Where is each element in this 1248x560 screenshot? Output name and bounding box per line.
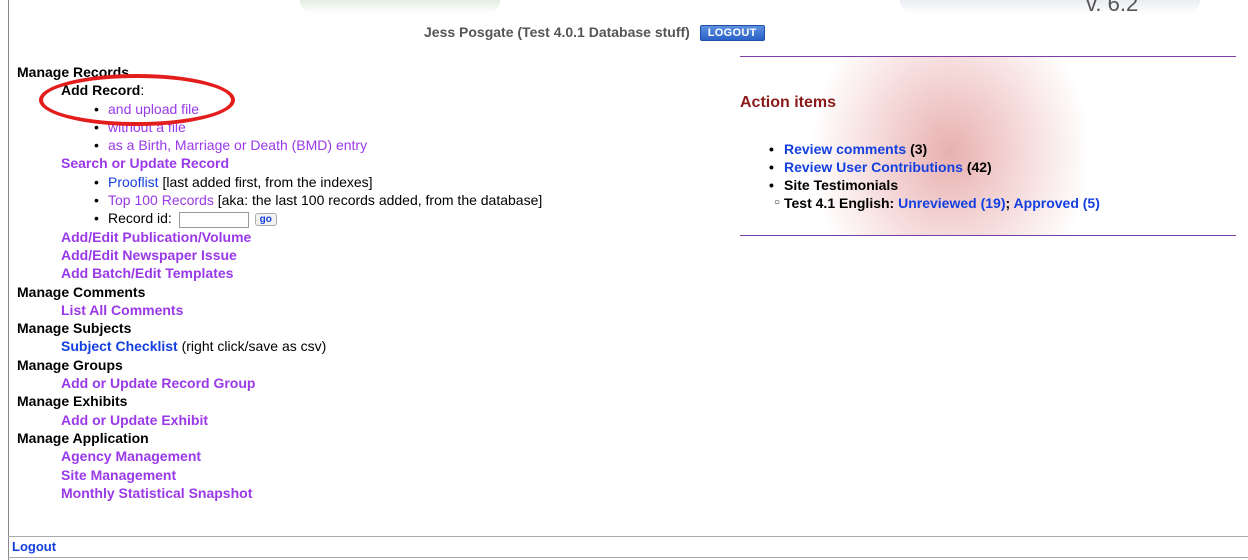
list-item: Site Testimonials <box>766 176 1100 194</box>
top100-item: Top 100 Records [aka: the last 100 recor… <box>17 191 543 210</box>
user-name: Jess Posgate <box>424 24 514 40</box>
section-manage-subjects: Manage Subjects <box>17 320 132 337</box>
action-items-list: Review comments (3) Review User Contribu… <box>766 140 1100 212</box>
add-edit-newspaper-link[interactable]: Add/Edit Newspaper Issue <box>17 246 542 264</box>
review-comments-link[interactable]: Review comments <box>784 141 906 157</box>
section-manage-groups: Manage Groups <box>17 356 123 373</box>
review-comments-count: (3) <box>910 141 928 157</box>
version-label: v. 6.2 <box>1086 0 1139 16</box>
list-item: Review comments (3) <box>766 140 1100 158</box>
footer-logout-link[interactable]: Logout <box>12 539 56 554</box>
record-id-row: Record id: go <box>17 209 542 228</box>
footer-divider <box>8 536 1248 537</box>
top100-link[interactable]: Top 100 Records <box>108 192 214 208</box>
section-manage-records: Manage Records <box>17 64 130 80</box>
record-id-input[interactable] <box>178 211 249 228</box>
top100-note: [aka: the last 100 records added, from t… <box>217 192 543 209</box>
site-context: (Test 4.0.1 Database stuff) <box>517 24 690 40</box>
section-manage-exhibits: Manage Exhibits <box>17 393 128 410</box>
site-testimonials-label: Site Testimonials <box>784 177 899 193</box>
prooflist-item: Prooflist [last added first, from the in… <box>17 173 542 192</box>
add-update-exhibit-link[interactable]: Add or Update Exhibit <box>17 411 542 429</box>
prooflist-link[interactable]: Prooflist <box>108 174 159 190</box>
search-update-record-link[interactable]: Search or Update Record <box>17 154 542 172</box>
review-contributions-link[interactable]: Review User Contributions <box>784 159 963 175</box>
add-record-heading: Add Record: <box>61 82 145 99</box>
subject-checklist-note: (right click/save as csv) <box>181 338 327 355</box>
add-record-no-file-link[interactable]: without a file <box>17 118 542 137</box>
testimonial-language: Test 4.1 English: <box>784 195 895 211</box>
add-batch-templates-link[interactable]: Add Batch/Edit Templates <box>17 264 542 282</box>
agency-management-link[interactable]: Agency Management <box>17 447 542 465</box>
add-record-upload-link[interactable]: and upload file <box>17 100 542 119</box>
footer-divider <box>8 557 1248 558</box>
review-contributions-count: (42) <box>966 159 992 175</box>
site-management-link[interactable]: Site Management <box>17 466 542 484</box>
section-manage-comments: Manage Comments <box>17 283 146 300</box>
add-update-group-link[interactable]: Add or Update Record Group <box>17 374 542 392</box>
user-bar: Jess Posgate (Test 4.0.1 Database stuff)… <box>424 24 765 41</box>
separator: ; <box>1005 195 1011 211</box>
subject-checklist-link[interactable]: Subject Checklist <box>61 338 178 354</box>
approved-link[interactable]: Approved (5) <box>1014 195 1100 211</box>
add-record-bmd-link[interactable]: as a Birth, Marriage or Death (BMD) entr… <box>17 136 542 155</box>
prooflist-note: [last added first, from the indexes] <box>162 173 373 190</box>
monthly-snapshot-link[interactable]: Monthly Statistical Snapshot <box>17 484 542 502</box>
testimonial-row: Test 4.1 English: Unreviewed (19); Appro… <box>766 194 1100 212</box>
logout-button[interactable]: LOGOUT <box>699 25 765 41</box>
unreviewed-link[interactable]: Unreviewed (19) <box>898 195 1005 211</box>
list-all-comments-link[interactable]: List All Comments <box>17 301 542 319</box>
admin-menu: Manage Records Add Record: and upload fi… <box>17 63 542 502</box>
section-manage-application: Manage Application <box>17 429 149 446</box>
subject-checklist-item: Subject Checklist (right click/save as c… <box>17 337 542 355</box>
go-button[interactable]: go <box>254 213 277 227</box>
record-id-label: Record id: <box>108 210 172 227</box>
add-edit-publication-link[interactable]: Add/Edit Publication/Volume <box>17 228 542 246</box>
action-items-panel: Action items Review comments (3) Review … <box>740 56 1236 236</box>
list-item: Review User Contributions (42) <box>766 158 1100 176</box>
action-items-title: Action items <box>740 94 837 111</box>
